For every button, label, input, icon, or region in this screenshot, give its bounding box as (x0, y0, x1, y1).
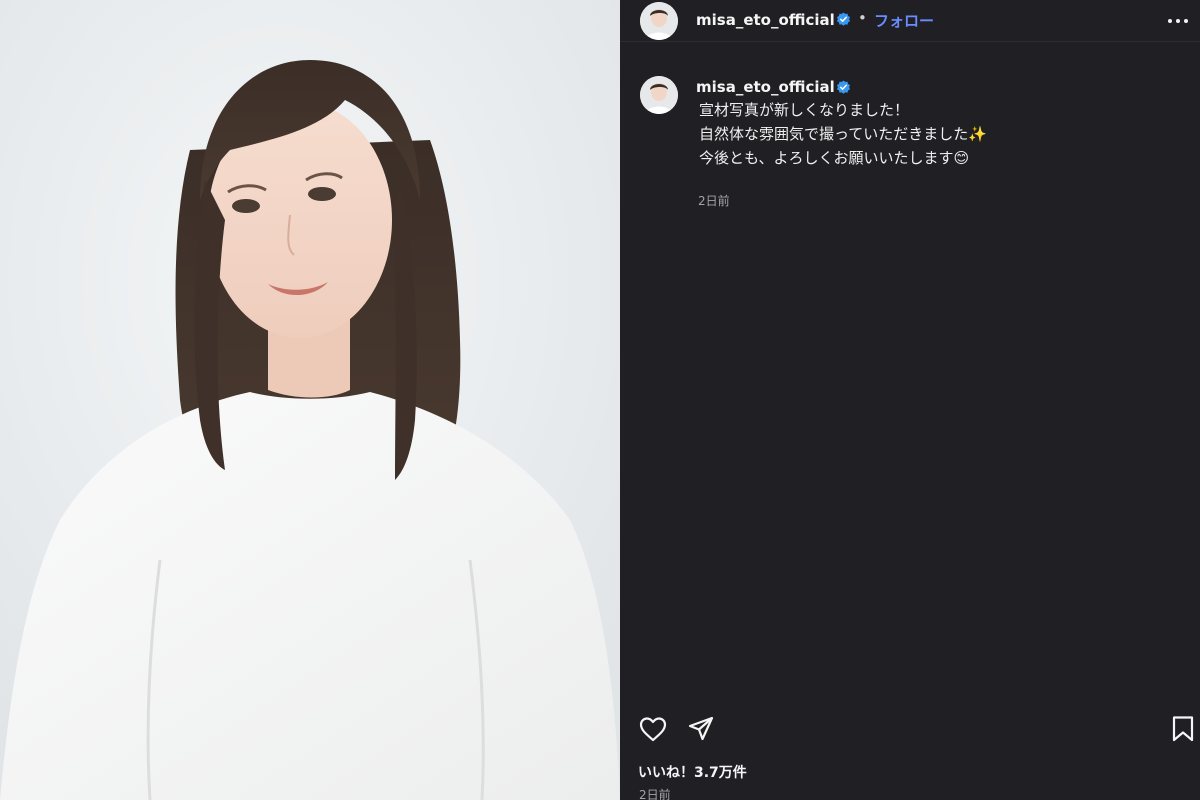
caption-line: 今後とも、よろしくお願いいたします😊 (699, 149, 970, 167)
verified-badge-icon (836, 80, 851, 94)
post-header: misa_eto_official • フォロー (620, 0, 1200, 42)
author-username[interactable]: misa_eto_official (696, 11, 835, 29)
avatar-image (640, 2, 678, 40)
bookmark-icon[interactable] (1168, 714, 1198, 744)
follow-button[interactable]: フォロー (874, 10, 934, 31)
caption-timestamp[interactable]: 2日前 (698, 192, 730, 209)
portrait-image (0, 0, 620, 800)
caption-author-username[interactable]: misa_eto_official (696, 78, 835, 96)
verified-badge-icon (836, 12, 851, 26)
caption-line: 自然体な雰囲気で撮っていただきました✨ (699, 125, 987, 143)
separator-dot: • (858, 9, 867, 27)
post-sidebar: misa_eto_official • フォロー misa_eto_offici… (620, 0, 1200, 800)
author-avatar[interactable] (640, 2, 678, 40)
post-actions (620, 712, 1200, 744)
caption-text: 宣材写真が新しくなりました！ 自然体な雰囲気で撮っていただきました✨ 今後とも、… (699, 98, 987, 170)
likes-count[interactable]: いいね！3.7万件 (638, 762, 747, 782)
caption-line: 宣材写真が新しくなりました！ (699, 101, 910, 119)
paper-plane-icon[interactable] (686, 714, 716, 744)
post-timestamp[interactable]: 2日前 (639, 786, 671, 800)
avatar-image (640, 76, 678, 114)
post-photo[interactable] (0, 0, 620, 800)
more-options-icon[interactable] (1167, 13, 1189, 29)
heart-icon[interactable] (638, 714, 668, 744)
caption-author-avatar[interactable] (640, 76, 678, 114)
